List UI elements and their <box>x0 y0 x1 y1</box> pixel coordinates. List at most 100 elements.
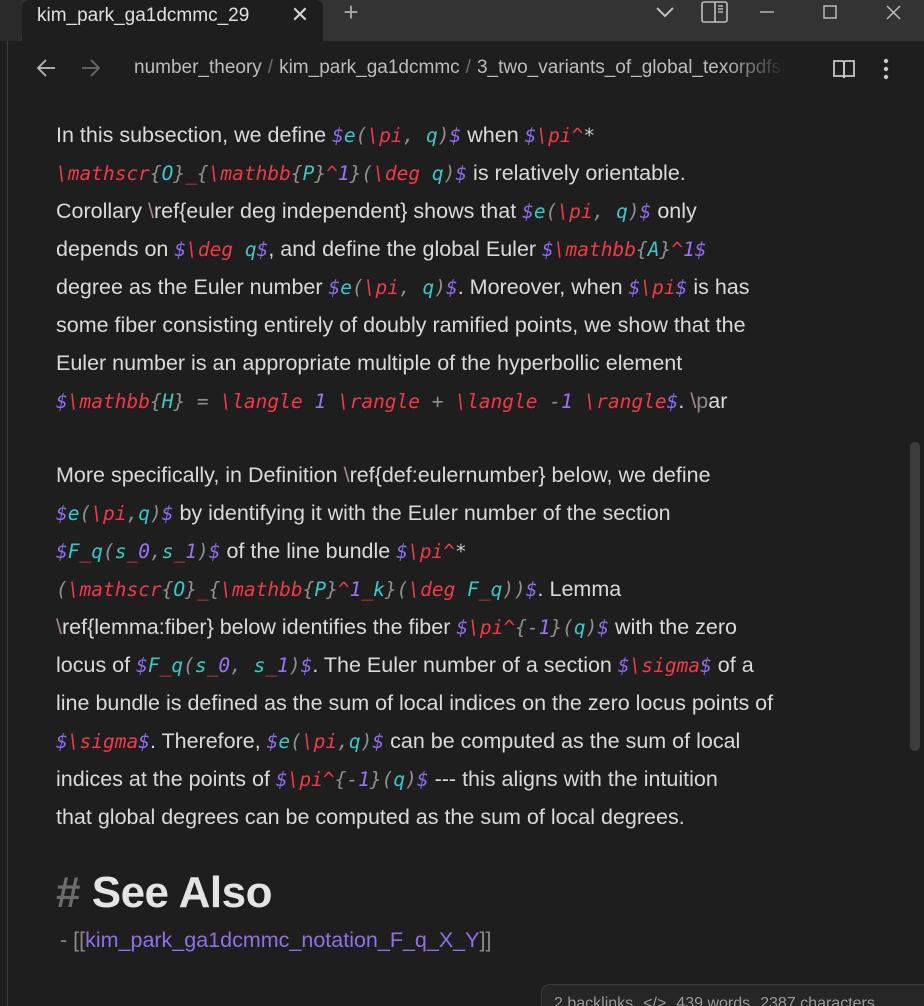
back-arrow-icon[interactable] <box>36 56 58 80</box>
latex-token: * <box>583 124 596 147</box>
latex-token: ( <box>56 578 68 601</box>
latex-token: q <box>91 540 103 563</box>
latex-token: ) <box>149 502 162 525</box>
latex-token: $ <box>449 124 462 147</box>
heading-text: See Also <box>91 868 273 917</box>
text-line: that global degrees can be computed as t… <box>56 798 876 836</box>
breadcrumb-item[interactable]: number_theory <box>134 57 262 78</box>
latex-token: 1 <box>185 540 197 563</box>
latex-token: $ <box>208 540 221 563</box>
latex-token: $ <box>275 768 288 791</box>
prose-text: --- this aligns with the intuition <box>428 767 718 791</box>
paragraph: More specifically, in Definition \ref{de… <box>56 456 876 836</box>
latex-token: \mathbb <box>67 390 150 413</box>
prose-text: , and define the global Euler <box>268 237 543 261</box>
maximize-icon[interactable] <box>822 0 838 24</box>
latex-token: _ <box>196 578 209 601</box>
latex-token: $ <box>524 124 537 147</box>
tab-bar-left-edge <box>0 0 22 41</box>
prose-text: More specifically, in Definition <box>56 463 344 487</box>
latex-token: ( <box>562 616 574 639</box>
text-line: $\sigma$. Therefore, $e(\pi,q)$ can be c… <box>56 722 876 760</box>
reading-view-book-icon[interactable] <box>832 57 856 81</box>
latex-token: ( <box>183 654 195 677</box>
latex-token: ( <box>79 502 92 525</box>
latex-token: } <box>185 578 197 601</box>
latex-token: ) <box>197 540 209 563</box>
breadcrumb-separator: / <box>267 57 274 78</box>
text-line: $e(\pi,q)$ by identifying it with the Eu… <box>56 494 876 532</box>
latex-token: _ <box>159 654 172 677</box>
prose-text: . Moreover, when <box>457 275 629 299</box>
minimize-icon[interactable] <box>758 0 776 24</box>
latex-token: \pi^ <box>287 768 335 791</box>
code-icon[interactable]: </> <box>643 995 666 1006</box>
text-line: In this subsection, we define $e(\pi, q)… <box>56 116 876 154</box>
latex-token: ( <box>352 276 364 299</box>
list-bullet: - <box>60 928 74 952</box>
breadcrumb-item[interactable]: kim_park_ga1dcmmc <box>279 57 460 78</box>
prose-text: ref{lemma:fiber} below identifies the fi… <box>61 615 457 639</box>
window-close-icon[interactable] <box>884 0 902 24</box>
latex-token: e <box>278 730 291 753</box>
text-line: (\mathscr{O}_{\mathbb{P}^1_k}(\deg F_q))… <box>56 570 876 608</box>
sidebar-toggle-icon[interactable] <box>700 0 728 24</box>
prose-text: some fiber consisting entirely of doubly… <box>56 313 746 337</box>
latex-token: , <box>230 654 254 677</box>
latex-token: ( <box>545 200 558 223</box>
latex-token: q <box>420 162 444 185</box>
new-tab-icon[interactable]: + <box>338 0 364 26</box>
chevron-down-icon[interactable] <box>652 0 678 24</box>
latex-token: 1 <box>358 768 370 791</box>
tab-close-icon[interactable]: ✕ <box>288 3 312 27</box>
prose-text: locus of <box>56 653 137 677</box>
latex-token: 1 <box>277 654 289 677</box>
editor-content[interactable]: In this subsection, we define $e(\pi, q)… <box>56 116 876 836</box>
latex-token: { <box>334 768 347 791</box>
paragraph: In this subsection, we define $e(\pi, q)… <box>56 116 876 420</box>
prose-text: . The Euler number of a section <box>312 653 618 677</box>
latex-token: $ <box>455 162 468 185</box>
latex-token: $ <box>525 578 538 601</box>
latex-token: F <box>147 654 160 677</box>
text-line: some fiber consisting entirely of doubly… <box>56 306 876 344</box>
breadcrumb-current[interactable]: 3_two_variants_of_global_texorpdfst <box>477 57 786 78</box>
latex-token: q <box>138 502 150 525</box>
latex-token: + <box>420 390 456 413</box>
latex-token: $ <box>300 654 313 677</box>
latex-token: } <box>173 162 186 185</box>
prose-text: depends on <box>56 237 175 261</box>
latex-token: $ <box>639 200 652 223</box>
latex-token: \pi <box>91 502 127 525</box>
latex-token: s <box>253 654 266 677</box>
more-options-icon[interactable] <box>878 57 894 81</box>
latex-token: $ <box>522 200 534 223</box>
tab-active[interactable]: kim_park_ga1dcmmc_29 ✕ <box>22 0 323 41</box>
prose-text: with the zero <box>609 615 737 639</box>
latex-token: { <box>302 578 315 601</box>
latex-token: , <box>592 200 617 223</box>
latex-token: 1 <box>682 238 695 261</box>
wikilink[interactable]: kim_park_ga1dcmmc_notation_F_q_X_Y <box>85 928 479 952</box>
prose-text: of the line bundle <box>220 539 397 563</box>
latex-token: ( <box>361 162 374 185</box>
prose-text: . <box>678 389 691 413</box>
latex-token: $ <box>617 654 630 677</box>
backlinks-count[interactable]: 2 backlinks <box>554 995 633 1006</box>
latex-token: \pi^ <box>536 124 584 147</box>
forward-arrow-icon[interactable] <box>79 56 101 80</box>
latex-token: { <box>515 616 527 639</box>
latex-token: P <box>302 162 315 185</box>
text-line: locus of $F_q(s_0, s_1)$. The Euler numb… <box>56 646 876 684</box>
latex-token: $ <box>666 390 679 413</box>
list-item: - [[kim_park_ga1dcmmc_notation_F_q_X_Y]] <box>60 928 491 953</box>
latex-token: 1 <box>538 616 551 639</box>
prose-text: Euler number is an appropriate multiple … <box>56 351 683 375</box>
latex-token: _ <box>265 654 278 677</box>
latex-token: H <box>161 390 174 413</box>
text-line: Euler number is an appropriate multiple … <box>56 344 876 382</box>
latex-token: \mathbb <box>220 578 303 601</box>
scrollbar-thumb[interactable] <box>910 442 920 751</box>
text-line: \ref{lemma:fiber} below identifies the f… <box>56 608 876 646</box>
prose-text: ar <box>708 389 728 413</box>
